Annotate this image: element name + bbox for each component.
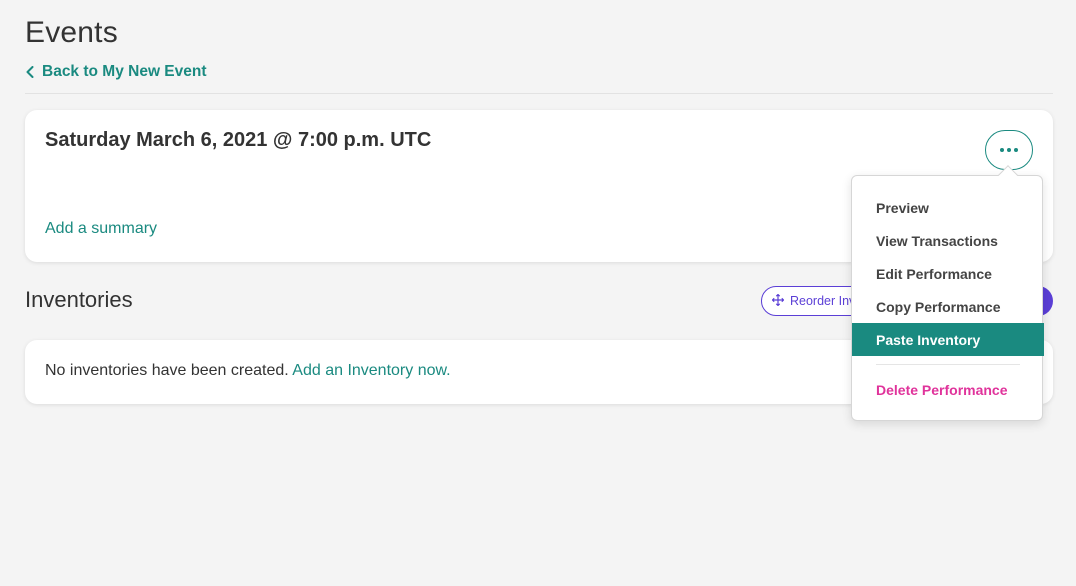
more-horizontal-icon	[999, 148, 1020, 152]
inventories-heading: Inventories	[25, 287, 133, 312]
reorder-label: Reorder Inv	[790, 294, 856, 308]
performance-options-menu: Preview View Transactions Edit Performan…	[851, 175, 1044, 421]
menu-item-view-transactions[interactable]: View Transactions	[852, 224, 1044, 257]
menu-item-delete-performance[interactable]: Delete Performance	[852, 373, 1044, 406]
performance-title: Saturday March 6, 2021 @ 7:00 p.m. UTC	[45, 129, 432, 151]
menu-item-preview[interactable]: Preview	[852, 191, 1044, 224]
add-summary-link[interactable]: Add a summary	[45, 220, 157, 238]
add-inventory-link[interactable]: Add an Inventory now.	[292, 362, 450, 379]
chevron-left-icon	[26, 66, 34, 78]
empty-text: No inventories have been created.	[45, 362, 293, 379]
back-link-label: Back to My New Event	[42, 63, 207, 80]
menu-item-paste-inventory[interactable]: Paste Inventory	[852, 323, 1044, 356]
page-title: Events	[25, 16, 118, 49]
back-link[interactable]: Back to My New Event	[26, 63, 207, 81]
inventories-empty-message: No inventories have been created. Add an…	[45, 362, 451, 380]
menu-item-copy-performance[interactable]: Copy Performance	[852, 290, 1044, 323]
header-divider	[25, 93, 1053, 94]
menu-divider	[876, 364, 1020, 365]
move-arrows-icon	[771, 293, 785, 309]
menu-item-edit-performance[interactable]: Edit Performance	[852, 257, 1044, 290]
more-options-button[interactable]	[985, 130, 1033, 170]
